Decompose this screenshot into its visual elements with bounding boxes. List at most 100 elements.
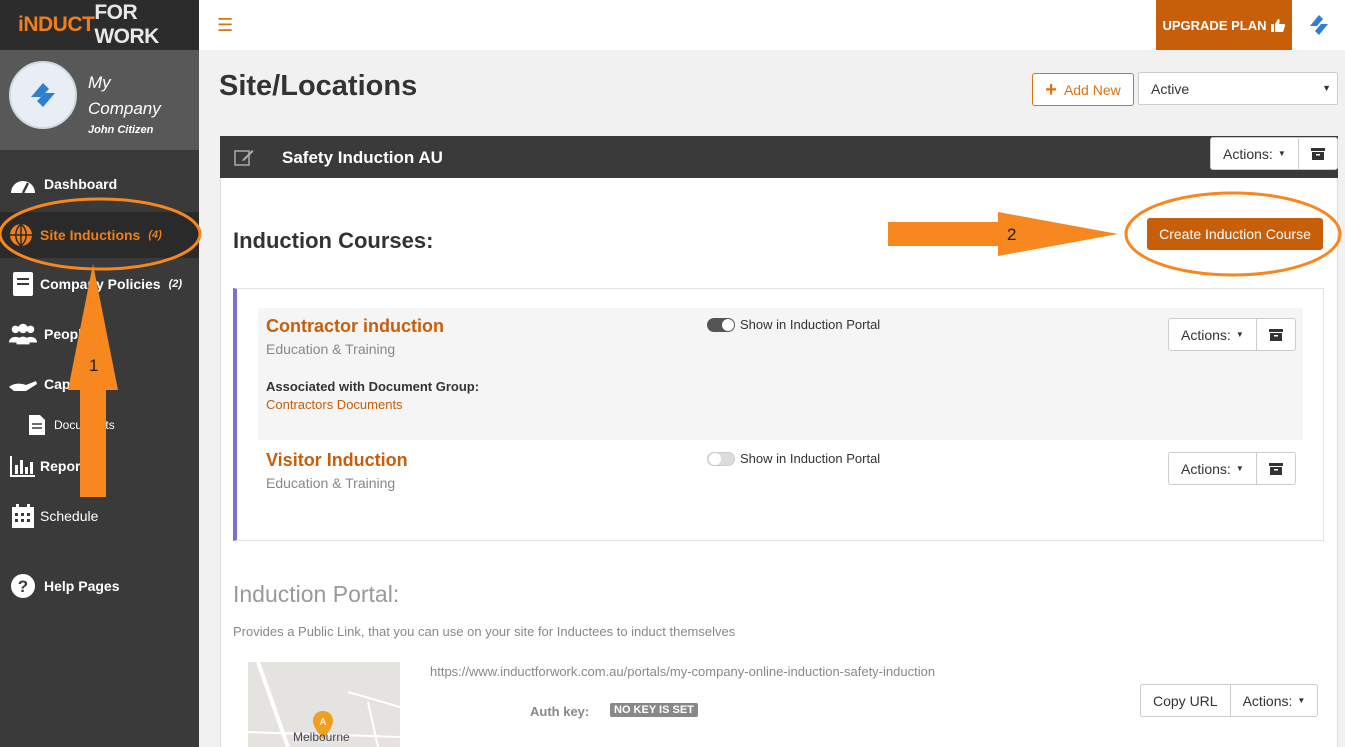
add-new-button[interactable]: + Add New xyxy=(1032,73,1134,106)
copy-url-button[interactable]: Copy URL xyxy=(1141,685,1231,716)
sidebar-item-site-inductions[interactable]: Site Inductions (4) xyxy=(0,212,199,258)
course-category: Education & Training xyxy=(266,341,396,357)
hamburger-menu-icon[interactable]: ☰ xyxy=(217,15,233,36)
sidebar-item-reports[interactable]: Reports xyxy=(0,446,199,486)
course-archive-button[interactable] xyxy=(1257,319,1295,350)
book-icon xyxy=(8,269,38,299)
dashboard-icon xyxy=(8,169,38,199)
top-bar: ☰ UPGRADE PLAN xyxy=(199,0,1345,50)
induction-courses-heading: Induction Courses: xyxy=(233,228,434,253)
upgrade-plan-button[interactable]: UPGRADE PLAN xyxy=(1156,0,1292,50)
account-menu[interactable] xyxy=(1307,12,1331,43)
induction-portal-description: Provides a Public Link, that you can use… xyxy=(233,624,736,639)
toggle-label: Show in Induction Portal xyxy=(740,451,881,466)
portal-url: https://www.inductforwork.com.au/portals… xyxy=(430,664,936,679)
sidebar-item-people[interactable]: People xyxy=(0,314,199,354)
course-name-link[interactable]: Contractor induction xyxy=(266,316,444,337)
course-actions-group: Actions: ▼ xyxy=(1168,452,1296,485)
caret-down-icon: ▼ xyxy=(1297,696,1306,705)
auth-key-label: Auth key: xyxy=(530,704,590,719)
associated-group-link[interactable]: Contractors Documents xyxy=(266,397,403,412)
site-archive-button[interactable] xyxy=(1299,138,1337,169)
course-archive-button[interactable] xyxy=(1257,453,1295,484)
sidebar-item-label: Site Inductions xyxy=(40,227,141,243)
sidebar-item-label: Help Pages xyxy=(44,578,120,594)
caret-down-icon: ▼ xyxy=(1322,83,1331,93)
sidebar-item-label: Company Policies xyxy=(40,276,161,292)
status-select-value: Active xyxy=(1151,80,1190,97)
course-name-link[interactable]: Visitor Induction xyxy=(266,450,408,471)
list-item: Visitor Induction Education & Training S… xyxy=(258,442,1303,522)
company-logo-icon xyxy=(31,83,55,107)
archive-icon xyxy=(1268,328,1283,341)
site-name: Safety Induction AU xyxy=(282,148,443,167)
sidebar: iNDUCT FOR WORK My Company John Citizen D… xyxy=(0,0,199,747)
sidebar-item-schedule[interactable]: Schedule xyxy=(0,496,199,536)
hand-icon xyxy=(8,369,38,399)
globe-icon xyxy=(6,220,36,250)
course-category: Education & Training xyxy=(266,475,396,491)
site-actions-group: Actions: ▼ xyxy=(1210,137,1338,170)
add-new-label: Add New xyxy=(1063,81,1121,98)
avatar[interactable] xyxy=(9,61,77,129)
svg-text:A: A xyxy=(320,717,327,728)
toggle-label: Show in Induction Portal xyxy=(740,317,881,332)
map-thumbnail[interactable]: A Melbourne xyxy=(248,662,400,747)
sidebar-item-label: Schedule xyxy=(40,508,99,524)
induction-portal-heading: Induction Portal: xyxy=(233,581,400,607)
status-select[interactable]: Active ▼ xyxy=(1138,72,1338,105)
site-actions-button[interactable]: Actions: ▼ xyxy=(1211,138,1299,169)
svg-text:?: ? xyxy=(18,577,28,596)
archive-icon xyxy=(1268,462,1283,475)
brand-logo-part2: FOR WORK xyxy=(94,1,159,48)
sidebar-item-dashboard[interactable]: Dashboard xyxy=(0,164,199,204)
list-item: Contractor induction Education & Trainin… xyxy=(258,308,1303,440)
caret-down-icon: ▼ xyxy=(1277,149,1286,158)
actions-label: Actions: xyxy=(1242,692,1293,709)
bar-chart-icon xyxy=(8,451,38,481)
brand-logo-part1: iNDUCT xyxy=(18,13,95,36)
create-induction-course-button[interactable]: Create Induction Course xyxy=(1147,218,1323,250)
sidebar-item-help-pages[interactable]: ? Help Pages xyxy=(0,566,199,606)
thumbs-up-icon xyxy=(1270,18,1285,32)
caret-down-icon: ▼ xyxy=(1235,330,1244,339)
document-icon xyxy=(22,410,52,440)
edit-icon[interactable] xyxy=(234,148,254,171)
sidebar-item-label: Dashboard xyxy=(44,176,118,192)
question-icon: ? xyxy=(8,571,38,601)
calendar-icon xyxy=(8,501,38,531)
portal-actions-button[interactable]: Actions: ▼ xyxy=(1231,685,1318,716)
sidebar-item-label: Reports xyxy=(40,458,93,474)
archive-icon xyxy=(1310,147,1325,160)
course-actions-group: Actions: ▼ xyxy=(1168,318,1296,351)
portal-actions-group: Copy URL Actions: ▼ xyxy=(1140,684,1319,717)
sidebar-item-company-policies[interactable]: Company Policies (2) xyxy=(0,264,199,304)
course-actions-button[interactable]: Actions: ▼ xyxy=(1169,453,1257,484)
page-title: Site/Locations xyxy=(219,70,418,102)
auth-key-badge: NO KEY IS SET xyxy=(610,703,698,717)
profile-panel: My Company John Citizen xyxy=(0,50,199,150)
annotation-step-2: 2 xyxy=(1007,225,1017,244)
upgrade-plan-label: UPGRADE PLAN xyxy=(1162,17,1267,33)
show-in-portal-toggle[interactable] xyxy=(707,452,735,466)
map-place-label: Melbourne xyxy=(293,730,350,744)
brand-logo[interactable]: iNDUCT FOR WORK xyxy=(0,0,199,50)
sidebar-item-count: (4) xyxy=(148,229,162,241)
sidebar-item-documents[interactable]: Documents xyxy=(0,405,199,445)
associated-group-label: Associated with Document Group: xyxy=(266,379,480,394)
actions-label: Actions: xyxy=(1181,326,1231,343)
user-name: John Citizen xyxy=(88,124,154,136)
actions-label: Actions: xyxy=(1181,460,1231,477)
plus-icon: + xyxy=(1045,78,1057,101)
caret-down-icon: ▼ xyxy=(1235,464,1244,473)
site-panel-header: Safety Induction AU xyxy=(220,136,1338,178)
sidebar-item-count: (2) xyxy=(168,278,183,290)
sidebar-item-label: People xyxy=(44,326,90,342)
company-name: My Company xyxy=(88,73,161,118)
course-actions-button[interactable]: Actions: ▼ xyxy=(1169,319,1257,350)
show-in-portal-toggle[interactable] xyxy=(707,318,735,332)
sidebar-item-capture[interactable]: Capture xyxy=(0,364,199,404)
sidebar-item-label: Documents xyxy=(54,418,115,432)
actions-label: Actions: xyxy=(1223,145,1273,162)
annotation-step-1: 1 xyxy=(89,356,99,375)
